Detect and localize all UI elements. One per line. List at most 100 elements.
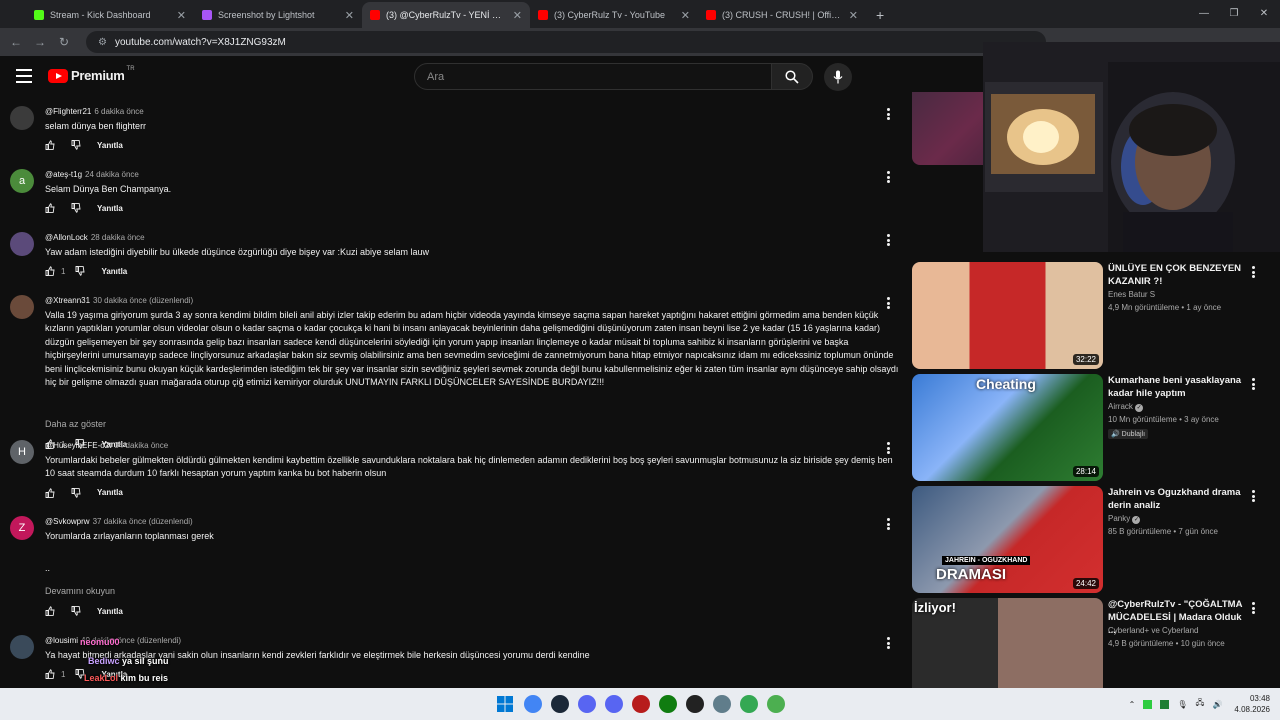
tab-close-icon[interactable]: ✕ (513, 9, 522, 22)
more-actions-icon[interactable] (884, 108, 892, 120)
steam-icon[interactable] (551, 695, 569, 713)
minimize-icon[interactable]: — (1188, 0, 1220, 28)
comment-author[interactable]: @Flighterr21 (45, 107, 91, 116)
tab-3[interactable]: (3) CyberRulz Tv - YouTube ✕ (530, 2, 698, 28)
video-thumbnail[interactable]: 32:22 (912, 262, 1103, 369)
video-thumbnail[interactable]: İzliyor! (912, 598, 1103, 688)
tab-1[interactable]: Screenshot by Lightshot ✕ (194, 2, 362, 28)
back-icon[interactable]: ← (4, 35, 28, 49)
chrome-beta-icon[interactable] (740, 695, 758, 713)
reply-button[interactable]: Yanıtla (97, 141, 123, 150)
channel-name[interactable]: Panky ✓ (1108, 514, 1141, 524)
avatar[interactable]: Z (10, 516, 34, 540)
shield-icon[interactable] (632, 695, 650, 713)
more-actions-icon[interactable] (884, 518, 892, 530)
game-icon[interactable] (767, 695, 785, 713)
comment-time[interactable]: 28 dakika önce (91, 233, 145, 242)
close-window-icon[interactable]: ✕ (1248, 0, 1280, 28)
youtube-premium-logo[interactable]: Premium TR (48, 66, 135, 83)
comment-time[interactable]: 6 dakika önce (94, 107, 143, 116)
more-actions-icon[interactable] (884, 637, 892, 649)
like-icon[interactable] (45, 140, 55, 151)
more-actions-icon[interactable] (884, 234, 892, 246)
comment-author[interactable]: @Svkowprw (45, 517, 90, 526)
video-menu-icon[interactable] (1249, 602, 1257, 614)
video-menu-icon[interactable] (1249, 378, 1257, 390)
dislike-icon[interactable] (71, 487, 81, 498)
comment-time[interactable]: 34 dakika önce (114, 441, 168, 450)
video-thumbnail[interactable]: Cheating 28:14 (912, 374, 1103, 481)
like-icon[interactable] (45, 488, 55, 498)
settings-icon[interactable] (713, 695, 731, 713)
clock[interactable]: 03:48 4.08.2026 (1234, 693, 1270, 715)
more-actions-icon[interactable] (884, 442, 892, 454)
tab-0[interactable]: Stream - Kick Dashboard ✕ (26, 2, 194, 28)
more-actions-icon[interactable] (884, 297, 892, 309)
discord-ptb-icon[interactable] (605, 695, 623, 713)
address-bar[interactable]: ⚙ youtube.com/watch?v=X8J1ZNG93zM (86, 31, 1046, 53)
windows-start-icon[interactable] (495, 694, 515, 714)
tray-app2-icon[interactable] (1160, 699, 1170, 709)
related-video-card[interactable]: DRAMASI JAHREIN - OGUZKHAND 24:42 Jahrein v… (912, 486, 1280, 594)
related-video-card[interactable]: İzliyor! @CyberRulzTv - "ÇOĞALTMA MÜCADEL… (912, 598, 1280, 688)
network-icon[interactable]: 🖧 (1196, 697, 1205, 711)
reply-button[interactable]: Yanıtla (97, 607, 123, 616)
video-title[interactable]: Jahrein vs Oguzkhand drama derin analiz (1108, 486, 1244, 512)
obs-icon[interactable] (686, 695, 704, 713)
tab-close-icon[interactable]: ✕ (681, 9, 690, 22)
related-video-card[interactable]: 32:22 ÜNLÜYE EN ÇOK BENZEYEN KAZANIR ?! En… (912, 262, 1280, 370)
read-more-link[interactable]: Devamını okuyun (45, 586, 115, 596)
read-more-link[interactable]: Daha az göster (45, 419, 106, 429)
video-menu-icon[interactable] (1249, 490, 1257, 502)
like-icon[interactable] (45, 203, 55, 214)
chrome-icon[interactable] (524, 695, 542, 713)
search-button[interactable] (771, 63, 813, 90)
video-menu-icon[interactable] (1249, 266, 1257, 278)
xbox-icon[interactable] (659, 695, 677, 713)
comment-time[interactable]: 37 dakika önce (düzenlendi) (93, 517, 193, 526)
tab-close-icon[interactable]: ✕ (177, 9, 186, 22)
search-input[interactable]: Ara (414, 63, 772, 90)
more-actions-icon[interactable] (884, 171, 892, 183)
comment-author[interactable]: @ateş-t1g (45, 170, 82, 179)
dislike-icon[interactable] (71, 606, 81, 617)
comment-author[interactable]: @HüseyinEFE-o2t (45, 441, 111, 450)
comment-author[interactable]: @AllonLock (45, 233, 88, 242)
comment-author[interactable]: @lousimi (45, 636, 78, 645)
like-icon[interactable] (45, 669, 55, 680)
channel-name[interactable]: Airrack ✓ (1108, 402, 1144, 412)
tab-4[interactable]: (3) CRUSH - CRUSH! | Official M ✕ (698, 2, 866, 28)
dislike-icon[interactable] (71, 203, 81, 214)
avatar[interactable]: a (10, 169, 34, 193)
maximize-icon[interactable]: ❐ (1218, 0, 1250, 28)
video-title[interactable]: Kumarhane beni yasaklayana kadar hile ya… (1108, 374, 1244, 400)
reply-button[interactable]: Yanıtla (101, 267, 127, 276)
reply-button[interactable]: Yanıtla (97, 488, 123, 497)
avatar[interactable] (10, 635, 34, 659)
tab-2[interactable]: (3) @CyberRulzTv - YENİ ERKEK ✕ (362, 2, 530, 28)
hamburger-menu-icon[interactable] (16, 69, 32, 83)
reply-button[interactable]: Yanıtla (97, 204, 123, 213)
discord-icon[interactable] (578, 695, 596, 713)
dislike-icon[interactable] (75, 266, 85, 277)
tray-app-icon[interactable] (1143, 699, 1153, 709)
channel-name[interactable]: Cyberland+ ve Cyberland (1108, 626, 1199, 635)
comment-author[interactable]: @Xtreann31 (45, 296, 90, 305)
site-info-icon[interactable]: ⚙ (98, 37, 107, 48)
volume-icon[interactable]: 🔊 (1212, 700, 1222, 709)
channel-name[interactable]: Enes Batur S (1108, 290, 1155, 299)
dislike-icon[interactable] (71, 140, 81, 151)
related-video-card[interactable]: Cheating 28:14 Kumarhane beni yasaklayana … (912, 374, 1280, 482)
video-thumbnail[interactable]: DRAMASI JAHREIN - OGUZKHAND 24:42 (912, 486, 1103, 593)
avatar[interactable]: H (10, 440, 34, 464)
voice-search-button[interactable] (824, 63, 852, 91)
comment-time[interactable]: 30 dakika önce (düzenlendi) (93, 296, 193, 305)
tab-close-icon[interactable]: ✕ (345, 9, 354, 22)
like-icon[interactable] (45, 606, 55, 617)
avatar[interactable] (10, 232, 34, 256)
avatar[interactable] (10, 106, 34, 130)
video-title[interactable]: ÜNLÜYE EN ÇOK BENZEYEN KAZANIR ?! (1108, 262, 1244, 288)
forward-icon[interactable]: → (28, 35, 52, 49)
like-icon[interactable] (45, 266, 55, 277)
new-tab-button[interactable]: + (866, 2, 894, 28)
